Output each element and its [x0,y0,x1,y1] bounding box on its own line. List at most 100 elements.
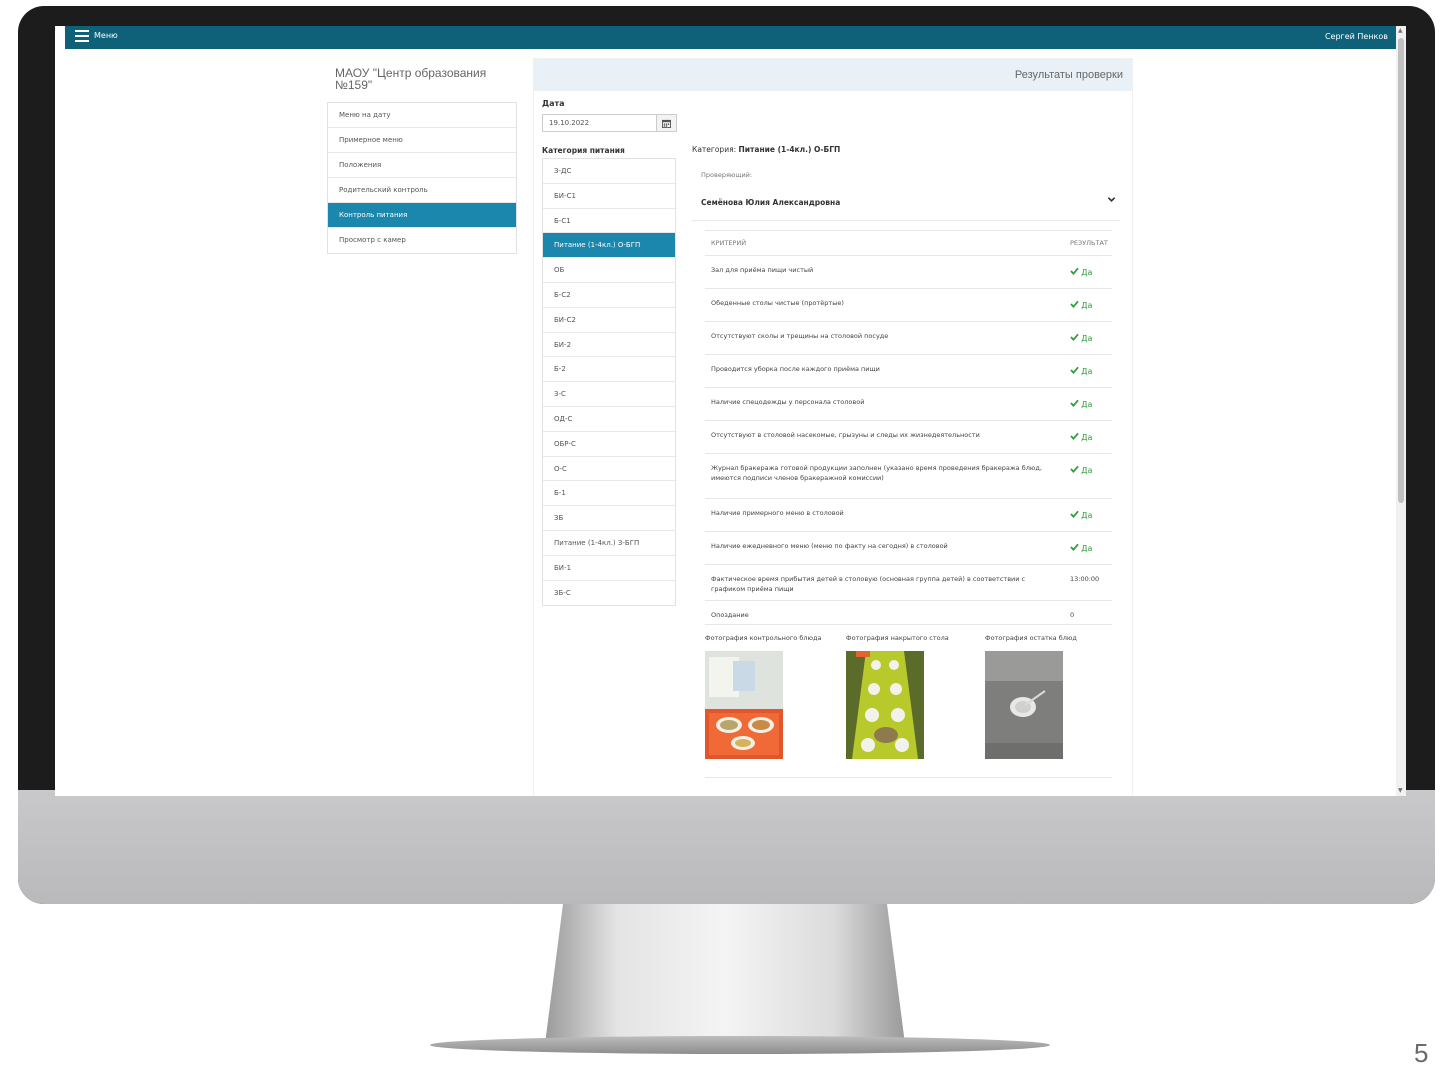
chevron-down-icon[interactable] [1107,195,1116,207]
criterion-cell: Зал для приёма пищи чистый [705,255,1064,289]
monitor-chin [18,790,1435,904]
photo-block: Фотография накрытого стола [846,634,976,763]
category-item[interactable]: ОБ [543,258,675,283]
monitor-stand [545,904,905,1044]
photo-block: Фотография контрольного блюда [705,634,835,763]
category-item[interactable]: ЗБ [543,506,675,531]
criterion-cell: Обеденные столы чистые (протёртые) [705,288,1064,322]
scroll-thumb[interactable] [1398,38,1404,503]
sidebar-item[interactable]: Контроль питания [328,203,516,228]
category-item[interactable]: З-С [543,382,675,407]
category-list: З-ДС БИ-С1 Б-С1 Питание (1-4кл.) О-БГП ОБ Б-С… [542,158,676,607]
photo-label: Фотография остатка блюд [985,634,1077,642]
sidebar-item[interactable]: Примерное меню [328,128,516,153]
hamburger-icon [75,30,89,42]
photo-thumbnail[interactable] [705,642,835,763]
result-value: Да [1081,367,1093,376]
photo-thumbnail[interactable] [985,642,1115,763]
sidebar-item[interactable]: Родительский контроль [328,178,516,203]
result-value: Да [1081,334,1093,343]
menu-label: Меню [94,31,118,40]
panel-header: Результаты проверки [534,59,1132,91]
category-item[interactable]: З-ДС [543,159,675,184]
check-icon [1070,399,1081,409]
category-item[interactable]: БИ-2 [543,332,675,358]
category-item[interactable]: ЗБ-С [543,580,675,606]
result-cell: Да [1064,387,1112,421]
category-item[interactable]: Питание (1-4кл.) З-БГП [543,530,675,556]
photo-label: Фотография контрольного блюда [705,634,822,642]
photo-thumbnail[interactable] [846,642,976,763]
category-item[interactable]: ОБР-С [543,431,675,457]
criterion-cell: Фактическое время прибытия детей в столо… [705,564,1064,601]
calendar-icon[interactable] [657,114,677,132]
page-scrollbar[interactable]: ▲ ▼ [1396,26,1406,796]
criterion-cell: Наличие спецодежды у персонала столовой [705,387,1064,421]
criterion-cell: Журнал бракеража готовой продукции запол… [705,453,1064,499]
category-item[interactable]: БИ-С1 [543,183,675,209]
check-icon [1070,465,1081,475]
sidebar-item[interactable]: Просмотр с камер [328,228,516,253]
sidebar-nav: Меню на дату Примерное меню Положения Родит… [327,102,517,254]
table-row: Наличие примерного меню в столовой Да [705,498,1112,532]
header-result: РЕЗУЛЬТАТ [1064,230,1112,256]
sidebar-item[interactable]: Меню на дату [328,103,516,128]
date-input[interactable] [542,114,657,132]
inspector-dropdown[interactable]: Семёнова Юлия Александровна [692,187,1120,221]
result-cell: Да [1064,321,1112,355]
result-value: Да [1081,433,1093,442]
category-item[interactable]: Б-2 [543,357,675,383]
category-item[interactable]: Б-С1 [543,208,675,234]
criterion-cell: Наличие примерного меню в столовой [705,498,1064,532]
scroll-down-icon[interactable]: ▼ [1398,787,1403,794]
table-row: Отсутствуют сколы и трещины на столовой … [705,321,1112,355]
criterion-cell: Проводится уборка после каждого приёма п… [705,354,1064,388]
check-icon [1070,333,1081,343]
category-item[interactable]: БИ-С2 [543,307,675,333]
sidebar-item[interactable]: Положения [328,153,516,178]
menu-toggle-button[interactable]: Меню [75,30,118,42]
category-item[interactable]: Б-1 [543,481,675,507]
category-item[interactable]: ОД-С [543,406,675,432]
category-item[interactable]: Питание (1-4кл.) О-БГП [543,233,675,259]
monitor-stand-base [430,1036,1050,1054]
scroll-up-icon[interactable]: ▲ [1398,27,1403,34]
date-picker [542,114,677,132]
result-cell: Да [1064,531,1112,565]
slide: 5 Меню Сергей Пенков ▲ ▼ МАОУ "Центр обр… [0,0,1448,1071]
table-row: Проводится уборка после каждого приёма п… [705,354,1112,388]
result-value: Да [1081,268,1093,277]
screen: Меню Сергей Пенков ▲ ▼ МАОУ "Центр образ… [55,26,1406,796]
category-heading: Категория: Питание (1-4кл.) О-БГП [692,145,840,154]
category-item[interactable]: БИ-1 [543,555,675,581]
photo-label: Фотография накрытого стола [846,634,949,642]
result-value: Да [1081,511,1093,520]
result-cell: 13:00:00 [1064,564,1112,601]
check-icon [1070,432,1081,442]
category-item[interactable]: О-С [543,456,675,482]
check-icon [1070,510,1081,520]
header-criterion: КРИТЕРИЙ [705,230,1064,256]
result-cell: Да [1064,420,1112,454]
table-header-row: КРИТЕРИЙ РЕЗУЛЬТАТ [705,230,1112,256]
result-value: Да [1081,400,1093,409]
check-icon [1070,267,1081,277]
table-row: Обеденные столы чистые (протёртые) Да [705,288,1112,322]
check-icon [1070,366,1081,376]
criterion-cell: Наличие ежедневного меню (меню по факту … [705,531,1064,565]
slide-number: 5 [1414,1038,1429,1068]
inspector-name: Семёнова Юлия Александровна [701,198,841,207]
criterion-cell: Отсутствуют сколы и трещины на столовой … [705,321,1064,355]
photos-row: Фотография контрольного блюда Фотография … [705,634,1112,778]
user-menu[interactable]: Сергей Пенков [1325,32,1388,41]
table-row: Журнал бракеража готовой продукции запол… [705,453,1112,499]
criterion-cell: Отсутствуют в столовой насекомые, грызун… [705,420,1064,454]
criteria-table: КРИТЕРИЙ РЕЗУЛЬТАТ Зал для приёма пищи ч… [705,230,1112,625]
result-value: Да [1081,544,1093,553]
result-value: Да [1081,301,1093,310]
category-item[interactable]: Б-С2 [543,282,675,308]
result-cell: Да [1064,354,1112,388]
panel-title: Результаты проверки [1014,69,1123,81]
inspector-label: Проверяющий: [701,171,753,179]
result-value: Да [1081,466,1093,475]
